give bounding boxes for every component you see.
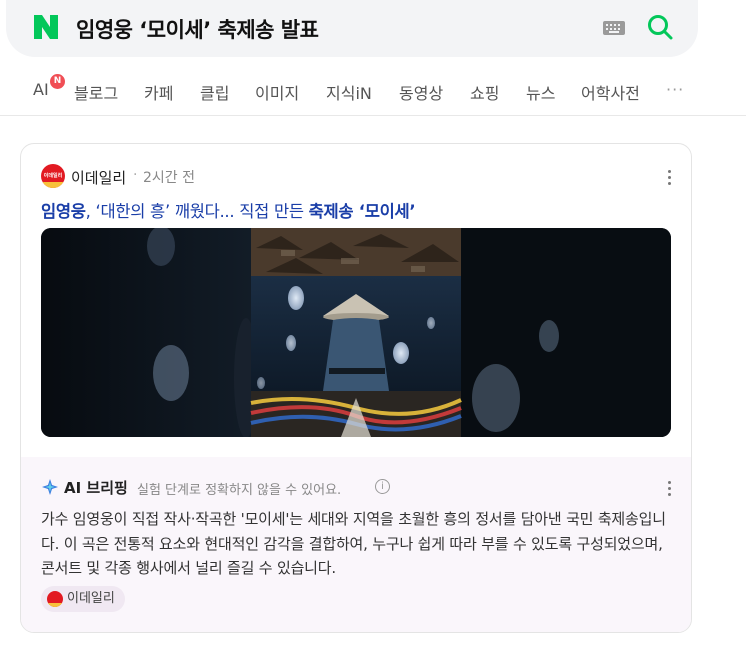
tab-ai[interactable]: AI — [33, 80, 49, 99]
news-card: 이데일리 이데일리 · 2시간 전 임영웅, ‘대한의 흥’ 깨웠다... 직접… — [20, 143, 692, 633]
ai-summary-text: 가수 임영웅이 직접 작사·작곡한 '모이세'는 세대와 지역을 초월한 흥의 … — [41, 510, 666, 577]
naver-logo[interactable] — [32, 13, 60, 41]
ai-disclaimer: 실험 단계로 정확하지 않을 수 있어요. — [137, 483, 342, 498]
tab-dictionary[interactable]: 어학사전 — [581, 80, 640, 104]
tab-kin[interactable]: 지식iN — [326, 80, 372, 104]
tab-clip[interactable]: 클립 — [200, 80, 229, 104]
ai-sparkle-icon — [42, 479, 58, 495]
more-options-icon[interactable] — [666, 170, 672, 188]
article-thumbnail[interactable] — [41, 228, 671, 437]
search-icon[interactable] — [646, 13, 674, 41]
ai-source-chip[interactable]: 이데일리 — [41, 586, 125, 612]
tab-video[interactable]: 동영상 — [399, 80, 443, 104]
new-badge: N — [50, 74, 65, 89]
tab-cafe[interactable]: 카페 — [144, 80, 173, 104]
search-tabs: AI N 블로그 카페 클립 이미지 지식iN 동영상 쇼핑 뉴스 어학사전 ·… — [0, 70, 746, 114]
ai-source-label: 이데일리 — [67, 591, 115, 606]
separator: · — [133, 167, 138, 183]
tab-shopping[interactable]: 쇼핑 — [470, 80, 499, 104]
divider — [0, 115, 746, 116]
source-logo — [47, 591, 63, 607]
tab-blog[interactable]: 블로그 — [74, 80, 118, 104]
ai-more-options-icon[interactable] — [666, 481, 672, 499]
source-logo[interactable]: 이데일리 — [41, 164, 65, 188]
ai-briefing-title: AI 브리핑 — [64, 479, 128, 497]
more-tabs-icon[interactable]: ··· — [666, 80, 684, 99]
article-headline[interactable]: 임영웅, ‘대한의 흥’ 깨웠다... 직접 만든 축제송 ‘모이세’ — [41, 198, 416, 222]
ai-briefing: AI 브리핑 실험 단계로 정확하지 않을 수 있어요. i 가수 임영웅이 직… — [21, 457, 691, 632]
keyboard-icon[interactable] — [602, 19, 626, 37]
published-time: 2시간 전 — [143, 170, 195, 186]
source-name[interactable]: 이데일리 — [71, 167, 126, 188]
search-query[interactable]: 임영웅 ‘모이세’ 축제송 발표 — [76, 14, 319, 44]
tab-image[interactable]: 이미지 — [255, 80, 299, 104]
info-icon[interactable]: i — [375, 479, 390, 494]
tab-news[interactable]: 뉴스 — [526, 80, 555, 104]
search-bar[interactable]: 임영웅 ‘모이세’ 축제송 발표 — [6, 0, 698, 57]
